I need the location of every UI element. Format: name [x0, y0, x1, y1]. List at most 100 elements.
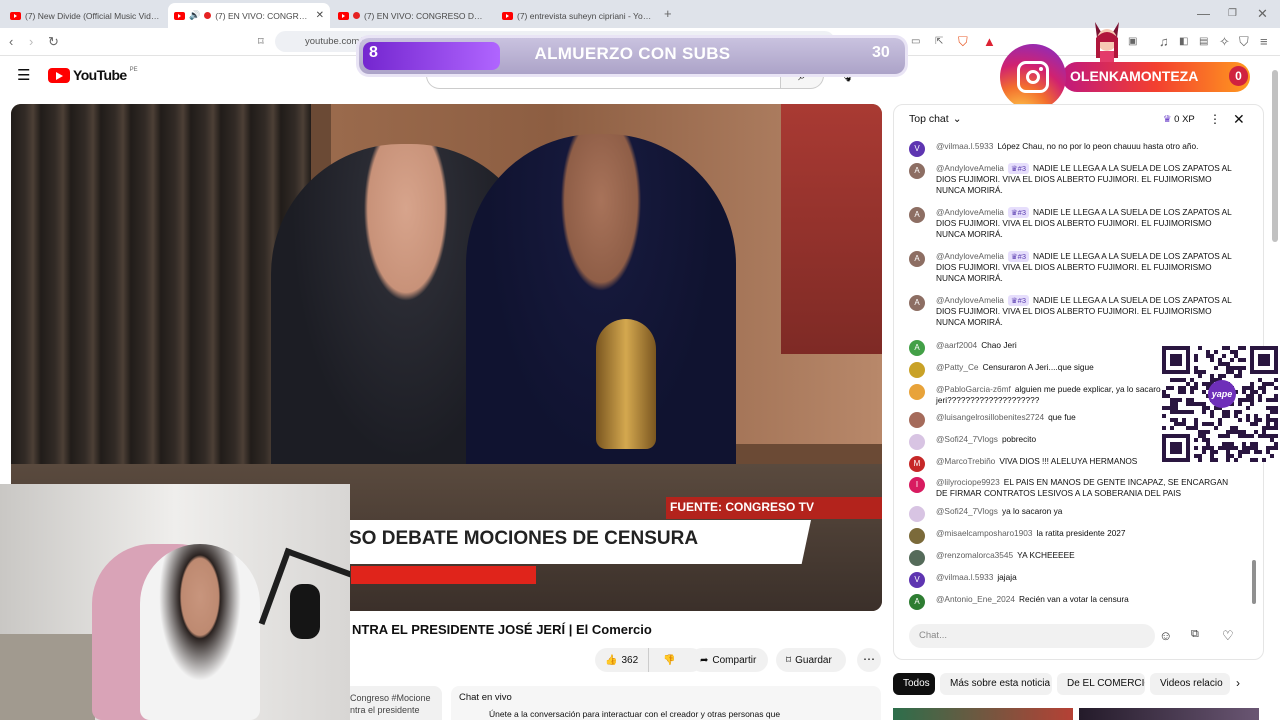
chat-text: Recién van a votar la censura: [1019, 594, 1129, 604]
menu-icon[interactable]: ≡: [1260, 28, 1268, 56]
user-avatar[interactable]: [909, 506, 925, 522]
chat-author[interactable]: @luisangelrosillobenites2724: [936, 412, 1044, 422]
user-avatar[interactable]: A: [909, 295, 925, 311]
vpn-icon[interactable]: ⛉: [1239, 28, 1249, 56]
related-video-thumbnail[interactable]: [893, 708, 1073, 720]
user-avatar[interactable]: I: [909, 477, 925, 493]
new-tab-icon[interactable]: +: [664, 0, 672, 28]
chat-scrollbar[interactable]: [1252, 560, 1256, 604]
dislike-button[interactable]: 👎: [653, 655, 685, 666]
chevron-right-icon[interactable]: ›: [1236, 676, 1240, 690]
chat-message: @misaelcamposharo1903 la ratita president…: [909, 528, 1239, 544]
chat-author[interactable]: @renzomalorca3545: [936, 550, 1013, 560]
user-avatar[interactable]: A: [909, 163, 925, 179]
bookmark-icon: ⌑: [786, 654, 792, 666]
share-button[interactable]: ➦ Compartir: [690, 648, 768, 672]
page-scrollbar[interactable]: [1272, 70, 1278, 242]
browser-tab[interactable]: (7) New Divide (Official Music Video): [4, 3, 166, 28]
user-avatar[interactable]: M: [909, 456, 925, 472]
user-avatar[interactable]: A: [909, 340, 925, 356]
chat-input[interactable]: Chat...: [909, 624, 1155, 648]
video-description[interactable]: Congreso #Mocione ntra el presidente: [350, 686, 442, 720]
close-tab-icon[interactable]: ✕: [316, 10, 324, 21]
chat-author[interactable]: @Patty_Ce: [936, 362, 979, 372]
music-icon[interactable]: ♫: [1159, 28, 1169, 56]
chat-author[interactable]: @PabloGarcia-z6mf: [936, 384, 1011, 394]
hamburger-menu-icon[interactable]: ☰: [17, 68, 30, 83]
chat-author[interactable]: @Sofi24_7Vlogs: [936, 506, 998, 516]
chat-text: Censuraron A Jeri....que sigue: [982, 362, 1094, 372]
like-button[interactable]: 👍 362: [595, 648, 650, 672]
instagram-camera-icon: [1017, 61, 1049, 93]
user-avatar[interactable]: [909, 528, 925, 544]
chat-author[interactable]: @Antonio_Ene_2024: [936, 594, 1015, 604]
back-icon[interactable]: ‹: [9, 28, 13, 56]
user-avatar[interactable]: [909, 384, 925, 400]
restore-icon[interactable]: ❐: [1228, 0, 1237, 28]
video-chyron-accent: [351, 566, 536, 584]
chat-message: V @vilmaa.l.5933 jajaja: [909, 572, 1239, 588]
tab-title: (7) New Divide (Official Music Video): [25, 10, 160, 21]
chat-author[interactable]: @misaelcamposharo1903: [936, 528, 1033, 538]
user-avatar[interactable]: A: [909, 251, 925, 267]
chat-message: A @AndyloveAmelia ♛#3 NADIE LE LLEGA A LA S…: [909, 207, 1239, 240]
user-avatar[interactable]: [909, 412, 925, 428]
rewards-icon[interactable]: ▲: [983, 28, 996, 56]
related-video-thumbnail[interactable]: [1079, 708, 1259, 720]
chat-mode-label: Top chat: [909, 113, 949, 125]
browser-tab[interactable]: (7) EN VIVO: CONGRESO DEBATE: [332, 3, 494, 28]
chat-author[interactable]: @vilmaa.l.5933: [936, 141, 993, 151]
chat-author[interactable]: @Sofi24_7Vlogs: [936, 434, 998, 444]
filter-chip[interactable]: Más sobre esta noticia: [940, 673, 1052, 695]
ai-icon[interactable]: ✧: [1219, 28, 1230, 56]
reload-icon[interactable]: ↻: [48, 28, 59, 56]
more-options-button[interactable]: ⋯: [857, 648, 881, 672]
thumbs-down-icon: 👎: [663, 654, 676, 666]
screen-icon[interactable]: ▭: [911, 28, 920, 56]
chat-close-icon[interactable]: ✕: [1233, 111, 1245, 128]
brave-shield-icon[interactable]: ⛉: [958, 28, 968, 56]
user-avatar[interactable]: A: [909, 594, 925, 610]
chat-author[interactable]: @vilmaa.l.5933: [936, 572, 993, 582]
chat-author[interactable]: @lilyrociope9923: [936, 477, 1000, 487]
chat-author[interactable]: @MarcoTrebiño: [936, 456, 995, 466]
filter-chip[interactable]: Videos relacio: [1150, 673, 1230, 695]
browser-tab-active[interactable]: 🔊 (7) EN VIVO: CONGRESO DEBATE ✕: [168, 3, 330, 28]
speaker-icon[interactable]: 🔊: [189, 10, 200, 21]
minimize-icon[interactable]: —: [1197, 0, 1210, 28]
filter-chip[interactable]: De EL COMERCIO: [1057, 673, 1145, 695]
chat-author[interactable]: @AndyloveAmelia: [936, 207, 1004, 217]
xp-badge[interactable]: ♛ 0 XP: [1163, 114, 1195, 125]
chat-more-icon[interactable]: ⋮: [1209, 112, 1221, 126]
super-chat-icon[interactable]: ⧉: [1191, 628, 1199, 641]
youtube-logo[interactable]: YouTube PE: [48, 67, 138, 83]
bookmark-icon[interactable]: ⌑: [258, 28, 264, 56]
user-avatar[interactable]: [909, 362, 925, 378]
chat-author[interactable]: @aarf2004: [936, 340, 977, 350]
chat-author[interactable]: @AndyloveAmelia: [936, 295, 1004, 305]
user-avatar[interactable]: A: [909, 207, 925, 223]
chat-message: A @AndyloveAmelia ♛#3 NADIE LE LLEGA A LA S…: [909, 295, 1239, 328]
emoji-icon[interactable]: ☺: [1159, 628, 1172, 643]
chat-author[interactable]: @AndyloveAmelia: [936, 163, 1004, 173]
heart-icon[interactable]: ♡: [1222, 628, 1234, 644]
extension-icon[interactable]: ▣: [1128, 28, 1137, 56]
user-avatar[interactable]: [909, 434, 925, 450]
webcam-overlay: [0, 484, 350, 720]
chat-preview-card[interactable]: Chat en vivo Únete a la conversación par…: [451, 686, 881, 720]
filter-chip[interactable]: Todos: [893, 673, 935, 695]
sidebar-icon[interactable]: ◧: [1179, 28, 1188, 56]
forward-icon[interactable]: ›: [29, 28, 33, 56]
user-avatar[interactable]: [909, 550, 925, 566]
user-avatar[interactable]: V: [909, 572, 925, 588]
user-avatar[interactable]: V: [909, 141, 925, 157]
member-badge: ♛#3: [1007, 251, 1029, 262]
browser-tab[interactable]: (7) entrevista suheyn cipriani - YouTube: [496, 3, 658, 28]
chat-mode-dropdown[interactable]: Top chat ⌄: [909, 113, 962, 125]
save-button[interactable]: ⌑ Guardar: [776, 648, 846, 672]
wallet-icon[interactable]: ▤: [1199, 28, 1208, 56]
chat-message: V @vilmaa.l.5933 López Chau, no no por lo …: [909, 141, 1239, 157]
share-icon[interactable]: ⇱: [935, 28, 943, 56]
close-window-icon[interactable]: ✕: [1257, 0, 1268, 28]
chat-author[interactable]: @AndyloveAmelia: [936, 251, 1004, 261]
